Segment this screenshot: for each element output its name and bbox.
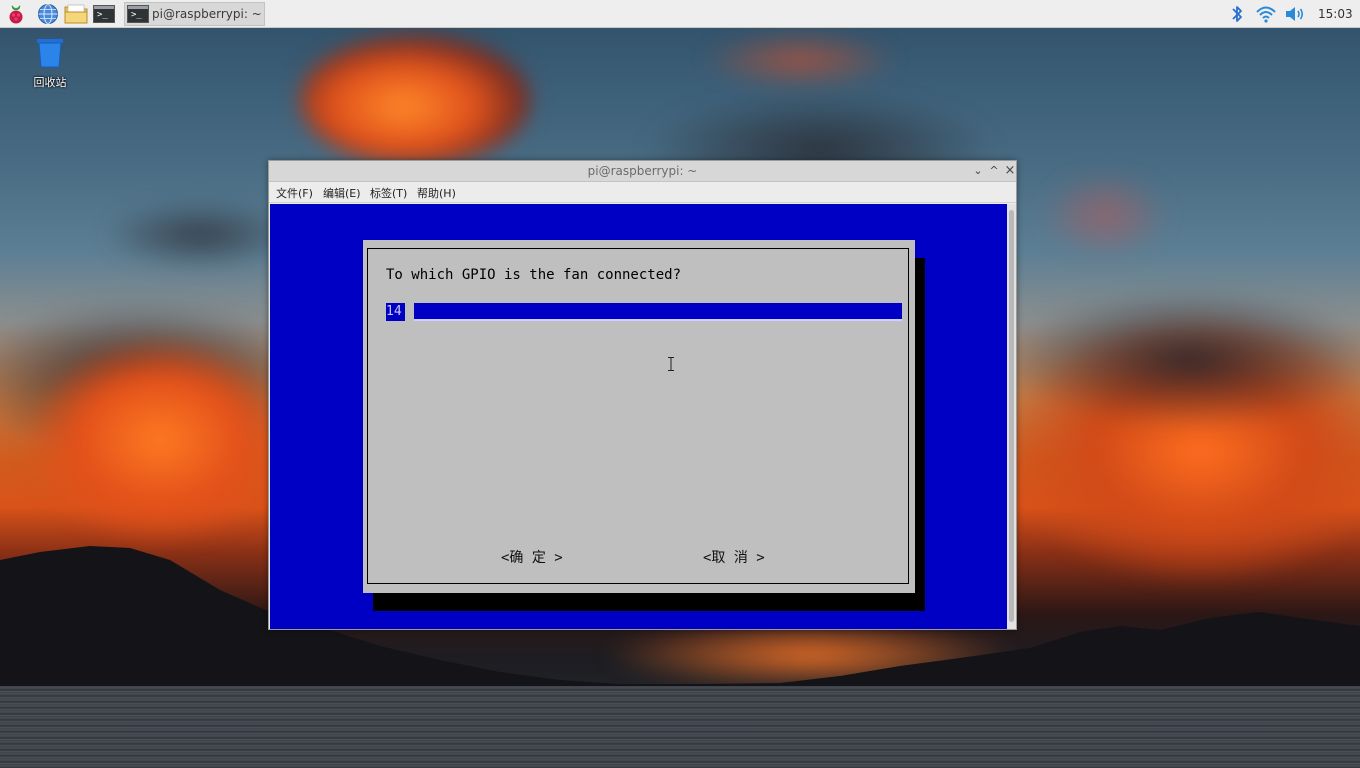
terminal-icon[interactable]: >_ <box>93 3 115 25</box>
clock[interactable]: 15:03 <box>1318 7 1353 21</box>
gpio-input-value[interactable]: 14 <box>386 303 405 321</box>
taskbar-task-label: pi@raspberrypi: ~ <box>152 7 262 21</box>
raspberry-menu-icon[interactable] <box>5 3 27 25</box>
cancel-button[interactable]: <取 消 > <box>703 547 765 567</box>
bluetooth-icon[interactable] <box>1226 3 1248 25</box>
wallpaper-lake <box>0 686 1360 768</box>
menubar: 文件(F) 编辑(E) 标签(T) 帮助(H) <box>269 182 1016 203</box>
ok-button[interactable]: <确 定 > <box>501 547 563 567</box>
text-cursor-icon <box>668 357 674 371</box>
scrollbar-thumb[interactable] <box>1009 210 1014 622</box>
desktop-trash-label: 回收站 <box>33 76 67 89</box>
gpio-input-field[interactable] <box>414 303 902 321</box>
input-dialog: To which GPIO is the fan connected? 14 <… <box>363 240 915 593</box>
window-titlebar[interactable]: pi@raspberrypi: ~ ⌄ ^ × <box>269 161 1016 182</box>
browser-globe-icon[interactable] <box>37 3 59 25</box>
dialog-prompt: To which GPIO is the fan connected? <box>386 267 682 283</box>
volume-icon[interactable] <box>1284 3 1306 25</box>
menu-edit[interactable]: 编辑(E) <box>323 185 361 201</box>
taskbar: >_ >_ pi@raspberrypi: ~ 15:03 <box>0 0 1360 28</box>
wifi-icon[interactable] <box>1255 3 1277 25</box>
terminal-scrollbar[interactable] <box>1007 204 1016 629</box>
desktop-trash[interactable]: 回收站 <box>26 38 74 90</box>
menu-tabs[interactable]: 标签(T) <box>370 185 407 201</box>
terminal-screen[interactable]: To which GPIO is the fan connected? 14 <… <box>270 204 1007 629</box>
close-button[interactable]: × <box>1002 163 1018 179</box>
menu-file[interactable]: 文件(F) <box>276 185 313 201</box>
dialog-frame: To which GPIO is the fan connected? 14 <… <box>367 248 909 584</box>
maximize-button[interactable]: ^ <box>986 163 1002 179</box>
trash-icon <box>37 39 63 68</box>
taskbar-task-terminal[interactable]: >_ pi@raspberrypi: ~ <box>124 2 265 26</box>
terminal-icon: >_ <box>127 5 149 23</box>
minimize-button[interactable]: ⌄ <box>970 163 986 179</box>
menu-help[interactable]: 帮助(H) <box>417 185 456 201</box>
file-manager-icon[interactable] <box>64 3 88 25</box>
terminal-window[interactable]: pi@raspberrypi: ~ ⌄ ^ × 文件(F) 编辑(E) 标签(T… <box>268 160 1017 630</box>
window-title: pi@raspberrypi: ~ <box>587 164 698 178</box>
